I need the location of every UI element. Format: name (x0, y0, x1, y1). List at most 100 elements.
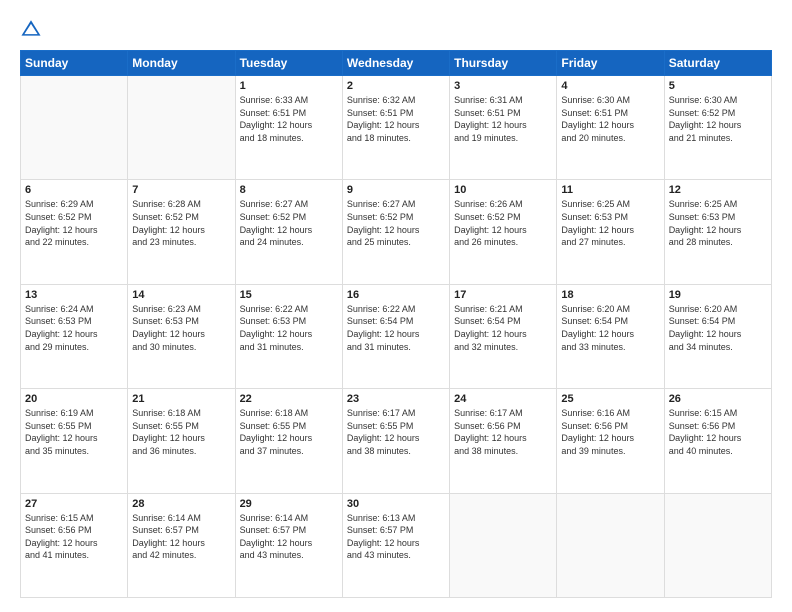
day-info: Sunrise: 6:14 AM Sunset: 6:57 PM Dayligh… (132, 512, 230, 562)
calendar-cell: 26Sunrise: 6:15 AM Sunset: 6:56 PM Dayli… (664, 389, 771, 493)
calendar-cell: 20 Sunrise: 6:19 AM Sunset: 6:55 PM Dayli… (21, 389, 128, 493)
day-info: Sunrise: 6:30 AM Sunset: 6:52 PM Dayligh… (669, 94, 767, 144)
day-number: 22 (240, 393, 338, 405)
week-row-4: 20 Sunrise: 6:19 AM Sunset: 6:55 PM Dayli… (21, 389, 772, 493)
day-info: Sunrise: 6:25 AM Sunset: 6:53 PM Dayligh… (561, 198, 659, 248)
day-number: 6 (25, 184, 123, 196)
day-info: Sunrise: 6:29 AM Sunset: 6:52 PM Dayligh… (25, 198, 123, 248)
calendar-cell: 1Sunrise: 6:33 AM Sunset: 6:51 PM Daylig… (235, 76, 342, 180)
calendar-cell: 19Sunrise: 6:20 AM Sunset: 6:54 PM Dayli… (664, 284, 771, 388)
day-info: Sunrise: 6:14 AM Sunset: 6:57 PM Dayligh… (240, 512, 338, 562)
day-number: 7 (132, 184, 230, 196)
day-number: 25 (561, 393, 659, 405)
calendar-cell: 2 Sunrise: 6:32 AM Sunset: 6:51 PM Daylig… (342, 76, 449, 180)
calendar-cell: 4 Sunrise: 6:30 AM Sunset: 6:51 PM Daylig… (557, 76, 664, 180)
day-info: Sunrise: 6:15 AM Sunset: 6:56 PM Dayligh… (25, 512, 123, 562)
calendar-cell: 29 Sunrise: 6:14 AM Sunset: 6:57 PM Dayli… (235, 493, 342, 597)
calendar-cell: 18 Sunrise: 6:20 AM Sunset: 6:54 PM Dayli… (557, 284, 664, 388)
weekday-header-tuesday: Tuesday (235, 51, 342, 76)
day-info: Sunrise: 6:20 AM Sunset: 6:54 PM Dayligh… (669, 303, 767, 353)
day-info: Sunrise: 6:27 AM Sunset: 6:52 PM Dayligh… (347, 198, 445, 248)
day-number: 14 (132, 289, 230, 301)
day-info: Sunrise: 6:23 AM Sunset: 6:53 PM Dayligh… (132, 303, 230, 353)
day-number: 2 (347, 80, 445, 92)
day-number: 3 (454, 80, 552, 92)
weekday-header-saturday: Saturday (664, 51, 771, 76)
day-number: 29 (240, 498, 338, 510)
calendar-cell (128, 76, 235, 180)
logo-icon (20, 18, 42, 40)
calendar-cell: 24 Sunrise: 6:17 AM Sunset: 6:56 PM Dayli… (450, 389, 557, 493)
day-number: 10 (454, 184, 552, 196)
day-info: Sunrise: 6:33 AM Sunset: 6:51 PM Dayligh… (240, 94, 338, 144)
day-info: Sunrise: 6:20 AM Sunset: 6:54 PM Dayligh… (561, 303, 659, 353)
weekday-header-friday: Friday (557, 51, 664, 76)
day-number: 15 (240, 289, 338, 301)
day-info: Sunrise: 6:13 AM Sunset: 6:57 PM Dayligh… (347, 512, 445, 562)
calendar-cell: 9 Sunrise: 6:27 AM Sunset: 6:52 PM Daylig… (342, 180, 449, 284)
day-number: 21 (132, 393, 230, 405)
week-row-3: 13 Sunrise: 6:24 AM Sunset: 6:53 PM Dayli… (21, 284, 772, 388)
calendar-cell: 17Sunrise: 6:21 AM Sunset: 6:54 PM Dayli… (450, 284, 557, 388)
day-info: Sunrise: 6:18 AM Sunset: 6:55 PM Dayligh… (240, 407, 338, 457)
day-info: Sunrise: 6:18 AM Sunset: 6:55 PM Dayligh… (132, 407, 230, 457)
day-info: Sunrise: 6:30 AM Sunset: 6:51 PM Dayligh… (561, 94, 659, 144)
header (20, 18, 772, 40)
day-number: 8 (240, 184, 338, 196)
day-number: 18 (561, 289, 659, 301)
day-number: 12 (669, 184, 767, 196)
day-info: Sunrise: 6:17 AM Sunset: 6:56 PM Dayligh… (454, 407, 552, 457)
day-number: 24 (454, 393, 552, 405)
calendar-cell: 23 Sunrise: 6:17 AM Sunset: 6:55 PM Dayli… (342, 389, 449, 493)
calendar-cell: 14 Sunrise: 6:23 AM Sunset: 6:53 PM Dayli… (128, 284, 235, 388)
calendar-cell (557, 493, 664, 597)
day-number: 4 (561, 80, 659, 92)
day-number: 9 (347, 184, 445, 196)
weekday-header-row: SundayMondayTuesdayWednesdayThursdayFrid… (21, 51, 772, 76)
weekday-header-wednesday: Wednesday (342, 51, 449, 76)
calendar-cell: 5 Sunrise: 6:30 AM Sunset: 6:52 PM Daylig… (664, 76, 771, 180)
day-info: Sunrise: 6:32 AM Sunset: 6:51 PM Dayligh… (347, 94, 445, 144)
calendar-cell (450, 493, 557, 597)
day-number: 17 (454, 289, 552, 301)
day-info: Sunrise: 6:31 AM Sunset: 6:51 PM Dayligh… (454, 94, 552, 144)
calendar-cell: 25 Sunrise: 6:16 AM Sunset: 6:56 PM Dayli… (557, 389, 664, 493)
day-number: 26 (669, 393, 767, 405)
calendar-cell: 27Sunrise: 6:15 AM Sunset: 6:56 PM Dayli… (21, 493, 128, 597)
day-info: Sunrise: 6:24 AM Sunset: 6:53 PM Dayligh… (25, 303, 123, 353)
calendar-cell: 12 Sunrise: 6:25 AM Sunset: 6:53 PM Dayli… (664, 180, 771, 284)
weekday-header-monday: Monday (128, 51, 235, 76)
calendar-cell: 11 Sunrise: 6:25 AM Sunset: 6:53 PM Dayli… (557, 180, 664, 284)
day-info: Sunrise: 6:26 AM Sunset: 6:52 PM Dayligh… (454, 198, 552, 248)
day-number: 20 (25, 393, 123, 405)
calendar-cell (21, 76, 128, 180)
week-row-2: 6 Sunrise: 6:29 AM Sunset: 6:52 PM Daylig… (21, 180, 772, 284)
day-number: 11 (561, 184, 659, 196)
day-info: Sunrise: 6:17 AM Sunset: 6:55 PM Dayligh… (347, 407, 445, 457)
day-info: Sunrise: 6:27 AM Sunset: 6:52 PM Dayligh… (240, 198, 338, 248)
calendar-cell: 28 Sunrise: 6:14 AM Sunset: 6:57 PM Dayli… (128, 493, 235, 597)
calendar-cell: 6 Sunrise: 6:29 AM Sunset: 6:52 PM Daylig… (21, 180, 128, 284)
day-number: 28 (132, 498, 230, 510)
calendar-cell: 21 Sunrise: 6:18 AM Sunset: 6:55 PM Dayli… (128, 389, 235, 493)
calendar-cell: 3 Sunrise: 6:31 AM Sunset: 6:51 PM Daylig… (450, 76, 557, 180)
calendar-cell: 15 Sunrise: 6:22 AM Sunset: 6:53 PM Dayli… (235, 284, 342, 388)
calendar-cell: 8 Sunrise: 6:27 AM Sunset: 6:52 PM Daylig… (235, 180, 342, 284)
day-number: 5 (669, 80, 767, 92)
weekday-header-sunday: Sunday (21, 51, 128, 76)
week-row-1: 1Sunrise: 6:33 AM Sunset: 6:51 PM Daylig… (21, 76, 772, 180)
page: SundayMondayTuesdayWednesdayThursdayFrid… (0, 0, 792, 612)
day-number: 30 (347, 498, 445, 510)
calendar-cell: 22 Sunrise: 6:18 AM Sunset: 6:55 PM Dayli… (235, 389, 342, 493)
day-info: Sunrise: 6:19 AM Sunset: 6:55 PM Dayligh… (25, 407, 123, 457)
calendar-cell: 7Sunrise: 6:28 AM Sunset: 6:52 PM Daylig… (128, 180, 235, 284)
calendar-cell: 16Sunrise: 6:22 AM Sunset: 6:54 PM Dayli… (342, 284, 449, 388)
day-number: 23 (347, 393, 445, 405)
day-info: Sunrise: 6:22 AM Sunset: 6:53 PM Dayligh… (240, 303, 338, 353)
day-info: Sunrise: 6:16 AM Sunset: 6:56 PM Dayligh… (561, 407, 659, 457)
day-info: Sunrise: 6:25 AM Sunset: 6:53 PM Dayligh… (669, 198, 767, 248)
calendar-table: SundayMondayTuesdayWednesdayThursdayFrid… (20, 50, 772, 598)
day-number: 13 (25, 289, 123, 301)
logo (20, 18, 46, 40)
day-number: 16 (347, 289, 445, 301)
